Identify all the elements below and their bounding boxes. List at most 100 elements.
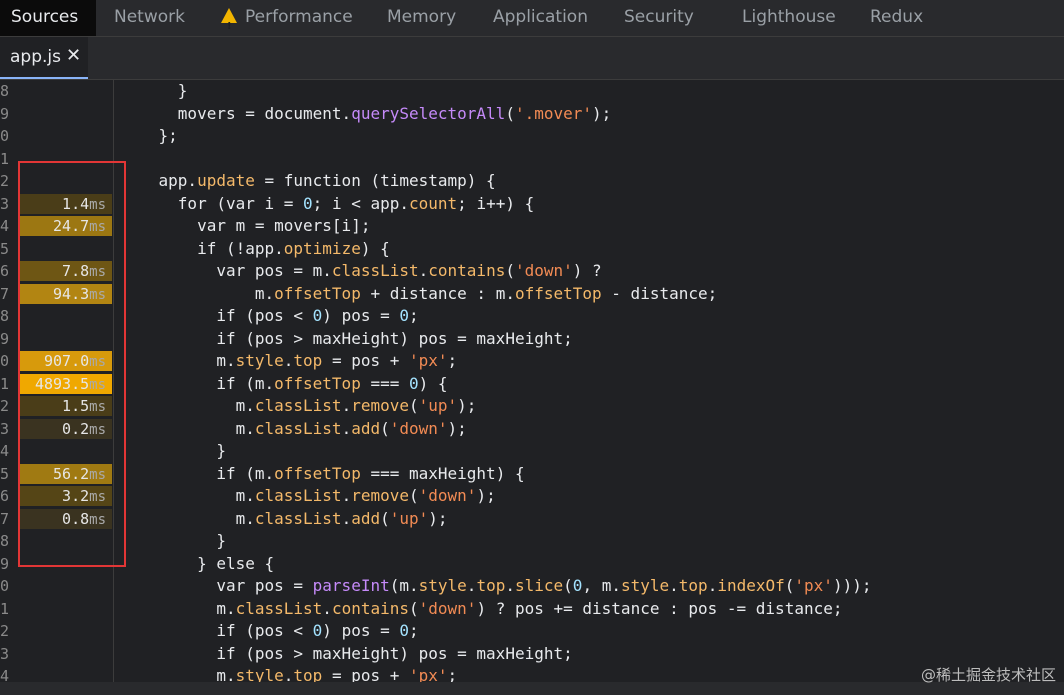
warning-icon [221,8,237,44]
timing-unit: ms [89,489,106,505]
code-line[interactable]: }; [120,125,178,147]
timing-unit: ms [89,421,106,438]
timing-unit: ms [89,264,106,280]
editor-file-tabs: app.js ✕ [0,37,1064,80]
tab-application[interactable]: Application [493,0,588,36]
code-line[interactable]: } else { [120,553,274,575]
line-number: 1 [0,374,10,393]
line-number: 2 [0,172,10,190]
line-number: 9 [0,104,10,123]
line-timing: 0.8ms [19,508,112,529]
code-line[interactable]: if (!app.optimize) { [120,238,390,260]
code-line[interactable]: if (m.offsetTop === maxHeight) { [120,463,524,485]
timing-value: 56.2 [53,464,90,483]
code-line[interactable]: for (var i = 0; i < app.count; i++) { [120,193,534,215]
line-number: 4 [0,442,10,460]
code-line[interactable]: app.update = function (timestamp) { [120,170,496,192]
code-line[interactable]: var pos = parseInt(m.style.top.slice(0, … [120,575,871,597]
code-line[interactable]: var pos = m.classList.contains('down') ? [120,260,601,282]
code-line[interactable]: m.classList.remove('down'); [120,485,496,507]
line-number: 3 [0,419,10,438]
code-line[interactable]: m.style.top = pos + 'px'; [120,665,457,682]
line-number: 7 [0,509,10,528]
tab-performance[interactable]: Performance [221,0,353,44]
line-number: 2 [0,622,10,640]
line-number: 7 [0,284,10,303]
close-icon[interactable]: ✕ [66,45,81,66]
code-line[interactable]: if (pos < 0) pos = 0; [120,305,418,327]
line-number: 5 [0,239,10,258]
line-timing: 4893.5ms [19,373,112,394]
line-number: 1 [0,149,10,168]
line-number: 5 [0,464,10,483]
line-timing: 7.8ms [19,261,112,281]
tab-lighthouse[interactable]: Lighthouse [742,0,836,36]
timing-value: 4893.5 [34,374,90,393]
timing-value: 94.3 [53,284,90,303]
timing-unit: ms [89,399,106,415]
code-line[interactable]: m.classList.add('up'); [120,508,448,530]
code-line[interactable]: var m = movers[i]; [120,215,370,237]
line-number: 2 [0,397,10,415]
line-timing: 0.2ms [19,418,112,439]
code-line[interactable]: m.classList.add('down'); [120,418,467,440]
code-line[interactable]: m.style.top = pos + 'px'; [120,350,457,372]
code-line[interactable]: m.offsetTop + distance : m.offsetTop - d… [120,283,717,305]
line-number: 6 [0,487,10,505]
timing-unit: ms [89,196,106,213]
code-line[interactable]: movers = document.querySelectorAll('.mov… [120,103,611,125]
timing-unit: ms [89,511,106,528]
tab-performance-label: Performance [245,7,353,27]
code-line[interactable]: } [120,440,226,462]
line-number: 4 [0,217,10,235]
line-number: 6 [0,262,10,280]
timing-unit: ms [89,466,106,483]
tab-memory[interactable]: Memory [387,0,456,36]
line-timing: 1.4ms [19,193,112,214]
line-number: 3 [0,194,10,213]
line-number: 1 [0,599,10,618]
line-number: 8 [0,82,10,100]
code-line[interactable]: } [120,80,188,102]
line-timing: 1.5ms [19,396,112,416]
timing-value: 1.5 [62,397,90,415]
timing-value: 1.4 [62,194,90,213]
tab-redux[interactable]: Redux [870,0,923,36]
code-line[interactable]: if (m.offsetTop === 0) { [120,373,447,395]
tab-network[interactable]: Network [114,0,185,36]
code-line[interactable]: if (pos > maxHeight) pos = maxHeight; [120,643,572,665]
horizontal-scrollbar[interactable] [0,682,1064,695]
line-timing: 24.7ms [19,216,112,236]
timing-unit: ms [89,376,106,393]
file-tab-app-js[interactable]: app.js ✕ [0,37,88,79]
line-timing: 3.2ms [19,486,112,506]
timing-value: 907.0 [43,352,90,370]
code-line[interactable]: m.classList.contains('down') ? pos += di… [120,598,842,620]
timing-unit: ms [89,286,106,303]
line-number: 8 [0,532,10,550]
code-line[interactable]: if (pos < 0) pos = 0; [120,620,418,642]
line-number: 0 [0,127,10,145]
timing-value: 7.8 [62,262,90,280]
line-gutter: 8 9 0 1 2 3 4 5 6 7 8 9 0 1 2 3 4 5 6 7 8 9 0 1 2 3 4 1.4ms 24.7ms 7.… [0,80,114,682]
line-number: 9 [0,554,10,573]
tab-security[interactable]: Security [624,0,694,36]
line-number: 4 [0,667,10,682]
tab-sources[interactable]: Sources [0,0,97,36]
line-timing: 56.2ms [19,463,112,484]
line-number: 0 [0,352,10,370]
line-timing: 907.0ms [19,351,112,371]
devtools-panel-tabs: Sources Network Performance Memory Appli… [0,0,1064,44]
timing-unit: ms [89,354,106,370]
line-number: 3 [0,644,10,663]
code-line[interactable]: } [120,530,226,552]
line-number: 8 [0,307,10,325]
line-timing: 94.3ms [19,283,112,304]
code-line[interactable]: m.classList.remove('up'); [120,395,477,417]
code-line[interactable]: if (pos > maxHeight) pos = maxHeight; [120,328,572,350]
watermark: @稀土掘金技术社区 [920,666,1056,684]
timing-value: 3.2 [62,487,90,505]
timing-value: 0.8 [62,509,90,528]
line-number: 9 [0,329,10,348]
code-editor[interactable]: } movers = document.querySelectorAll('.m… [120,80,1060,682]
